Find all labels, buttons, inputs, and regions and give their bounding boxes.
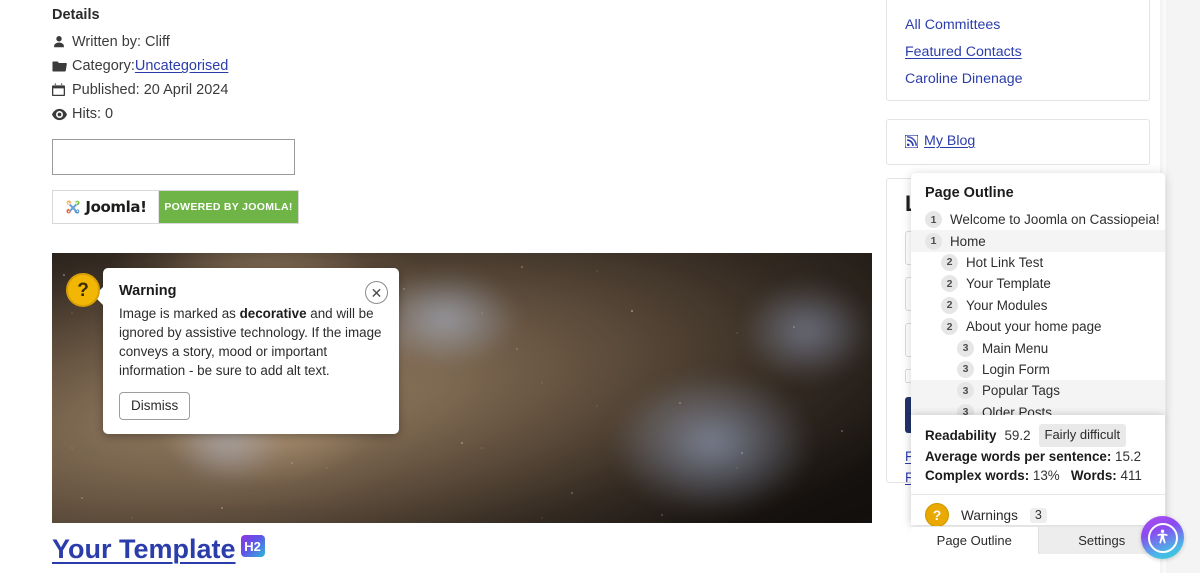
sidebar-link-my-blog[interactable]: My Blog <box>924 133 975 149</box>
meta-row-author: Written by: Cliff <box>52 30 872 54</box>
outline-item-home[interactable]: 1 Home <box>911 230 1165 252</box>
heading-level-icon: 2 <box>941 296 958 314</box>
readability-score-row: Readability 59.2 Fairly difficult <box>925 424 1151 447</box>
outline-item-label: Welcome to Joomla on Cassiopeia! <box>950 212 1160 228</box>
outline-item-label: Home <box>950 233 986 249</box>
accessibility-widget-button[interactable] <box>1141 516 1184 559</box>
page-outline-panel: Page Outline 1 Welcome to Joomla on Cass… <box>911 173 1165 418</box>
readability-rating-badge: Fairly difficult <box>1038 424 1127 447</box>
complex-words-row: Complex words: 13% Words: 411 <box>925 466 1151 485</box>
heading-level-icon: 2 <box>941 253 958 271</box>
outline-item-label: Your Template <box>966 276 1051 292</box>
outline-item-label: About your home page <box>966 319 1102 335</box>
average-words-value: 15.2 <box>1115 449 1142 464</box>
readability-score: 59.2 <box>1004 427 1031 443</box>
page-outline-list: 1 Welcome to Joomla on Cassiopeia! 1 Hom… <box>911 209 1165 418</box>
heading-level-icon: 1 <box>925 232 942 250</box>
calendar-icon <box>52 83 72 97</box>
user-icon <box>52 35 72 49</box>
warning-body-bold: decorative <box>239 306 307 321</box>
folder-icon <box>52 59 72 73</box>
meta-row-hits: Hits: 0 <box>52 102 872 126</box>
committees-module: Business Committee All Committees Featur… <box>886 0 1150 101</box>
close-icon[interactable]: ✕ <box>365 281 388 304</box>
outline-item-hot-link-test[interactable]: 2 Hot Link Test <box>911 252 1165 273</box>
accessibility-person-icon <box>1147 522 1178 553</box>
meta-category-text: Category: <box>72 58 135 75</box>
readability-label: Readability <box>925 427 997 443</box>
question-circle-icon: ? <box>925 503 949 527</box>
warning-tooltip-body: Image is marked as decorative and will b… <box>119 304 383 380</box>
warnings-label: Warnings <box>961 507 1018 523</box>
meta-hits-text: Hits: 0 <box>72 106 114 123</box>
list-item: Caroline Dinenage <box>905 65 1131 92</box>
powered-by-joomla-badge[interactable]: Joomla! POWERED BY JOOMLA! <box>52 190 299 224</box>
outline-item-label: Login Form <box>982 361 1050 377</box>
outline-item-label: Popular Tags <box>982 383 1060 399</box>
heading-level-icon: 2 <box>941 275 958 293</box>
joomla-mark-icon <box>66 200 80 214</box>
your-template-link[interactable]: Your Template <box>52 534 236 564</box>
words-label: Words: <box>1070 468 1117 483</box>
eye-icon <box>52 108 72 121</box>
meta-row-category: Category: Uncategorised <box>52 54 872 78</box>
joomla-logo: Joomla! <box>53 191 159 223</box>
heading-level-icon: 2 <box>941 318 958 336</box>
warning-body-before: Image is marked as <box>119 306 240 321</box>
list-item: All Committees <box>905 11 1131 38</box>
warning-tooltip: ✕ Warning Image is marked as decorative … <box>94 268 399 434</box>
heading-level-icon: 3 <box>957 339 974 357</box>
list-item: Featured Contacts <box>905 38 1131 65</box>
blog-module: My Blog <box>886 119 1150 165</box>
panel-tab-bar: Page Outline Settings <box>911 526 1165 554</box>
sidebar-link-caroline-dinenage[interactable]: Caroline Dinenage <box>905 71 1023 87</box>
your-template-heading: Your Template H2 <box>52 534 265 564</box>
sidebar-link-all-committees[interactable]: All Committees <box>905 17 1000 33</box>
outline-item-your-template[interactable]: 2 Your Template <box>911 273 1165 294</box>
heading-level-icon: 3 <box>957 382 974 400</box>
blog-link-row: My Blog <box>904 133 1131 149</box>
outline-item-login-form[interactable]: 3 Login Form <box>911 359 1165 380</box>
outline-item-main-menu[interactable]: 3 Main Menu <box>911 337 1165 358</box>
article-main-column: Details Written by: Cliff Category: Unca… <box>52 0 872 523</box>
heading-level-icon: 3 <box>957 360 974 378</box>
sidebar-link-featured-contacts[interactable]: Featured Contacts <box>905 44 1022 60</box>
warning-tooltip-title: Warning <box>119 283 177 299</box>
heading-level-badge: H2 <box>240 535 265 557</box>
heading-level-icon: 1 <box>925 211 942 229</box>
meta-author-text: Written by: Cliff <box>72 34 170 51</box>
page-outline-title: Page Outline <box>925 185 1014 201</box>
average-words-label: Average words per sentence: <box>925 449 1112 464</box>
empty-text-field[interactable] <box>52 139 295 175</box>
tab-page-outline[interactable]: Page Outline <box>911 527 1038 554</box>
dismiss-button[interactable]: Dismiss <box>119 392 191 420</box>
outline-item-welcome[interactable]: 1 Welcome to Joomla on Cassiopeia! <box>911 209 1165 230</box>
warnings-count-badge: 3 <box>1029 507 1047 523</box>
complex-words-value: 13% <box>1032 468 1060 483</box>
outline-item-about-your-home-page[interactable]: 2 About your home page <box>911 316 1165 337</box>
average-words-row: Average words per sentence: 15.2 <box>925 447 1151 466</box>
rss-icon <box>904 133 919 149</box>
complex-words-label: Complex words: <box>925 468 1030 483</box>
outline-item-your-modules[interactable]: 2 Your Modules <box>911 295 1165 316</box>
category-link[interactable]: Uncategorised <box>135 54 229 78</box>
outline-item-label: Your Modules <box>966 297 1048 313</box>
page-right-gutter <box>1166 0 1200 573</box>
words-value: 411 <box>1120 468 1142 483</box>
warning-marker-icon[interactable]: ? <box>66 273 100 307</box>
page-root: Details Written by: Cliff Category: Unca… <box>0 0 1200 573</box>
readability-panel: Readability 59.2 Fairly difficult Averag… <box>911 415 1165 527</box>
meta-row-published: Published: 20 April 2024 <box>52 78 872 102</box>
article-meta-list: Written by: Cliff Category: Uncategorise… <box>52 30 872 126</box>
outline-item-label: Hot Link Test <box>966 254 1044 270</box>
powered-by-label: POWERED BY JOOMLA! <box>159 191 298 223</box>
meta-published-text: Published: 20 April 2024 <box>72 82 229 99</box>
joomla-wordmark: Joomla! <box>85 198 147 216</box>
readability-stats: Readability 59.2 Fairly difficult Averag… <box>911 415 1165 494</box>
outline-item-popular-tags[interactable]: 3 Popular Tags <box>911 380 1165 402</box>
details-heading: Details <box>52 7 100 23</box>
outline-item-label: Main Menu <box>982 340 1049 356</box>
